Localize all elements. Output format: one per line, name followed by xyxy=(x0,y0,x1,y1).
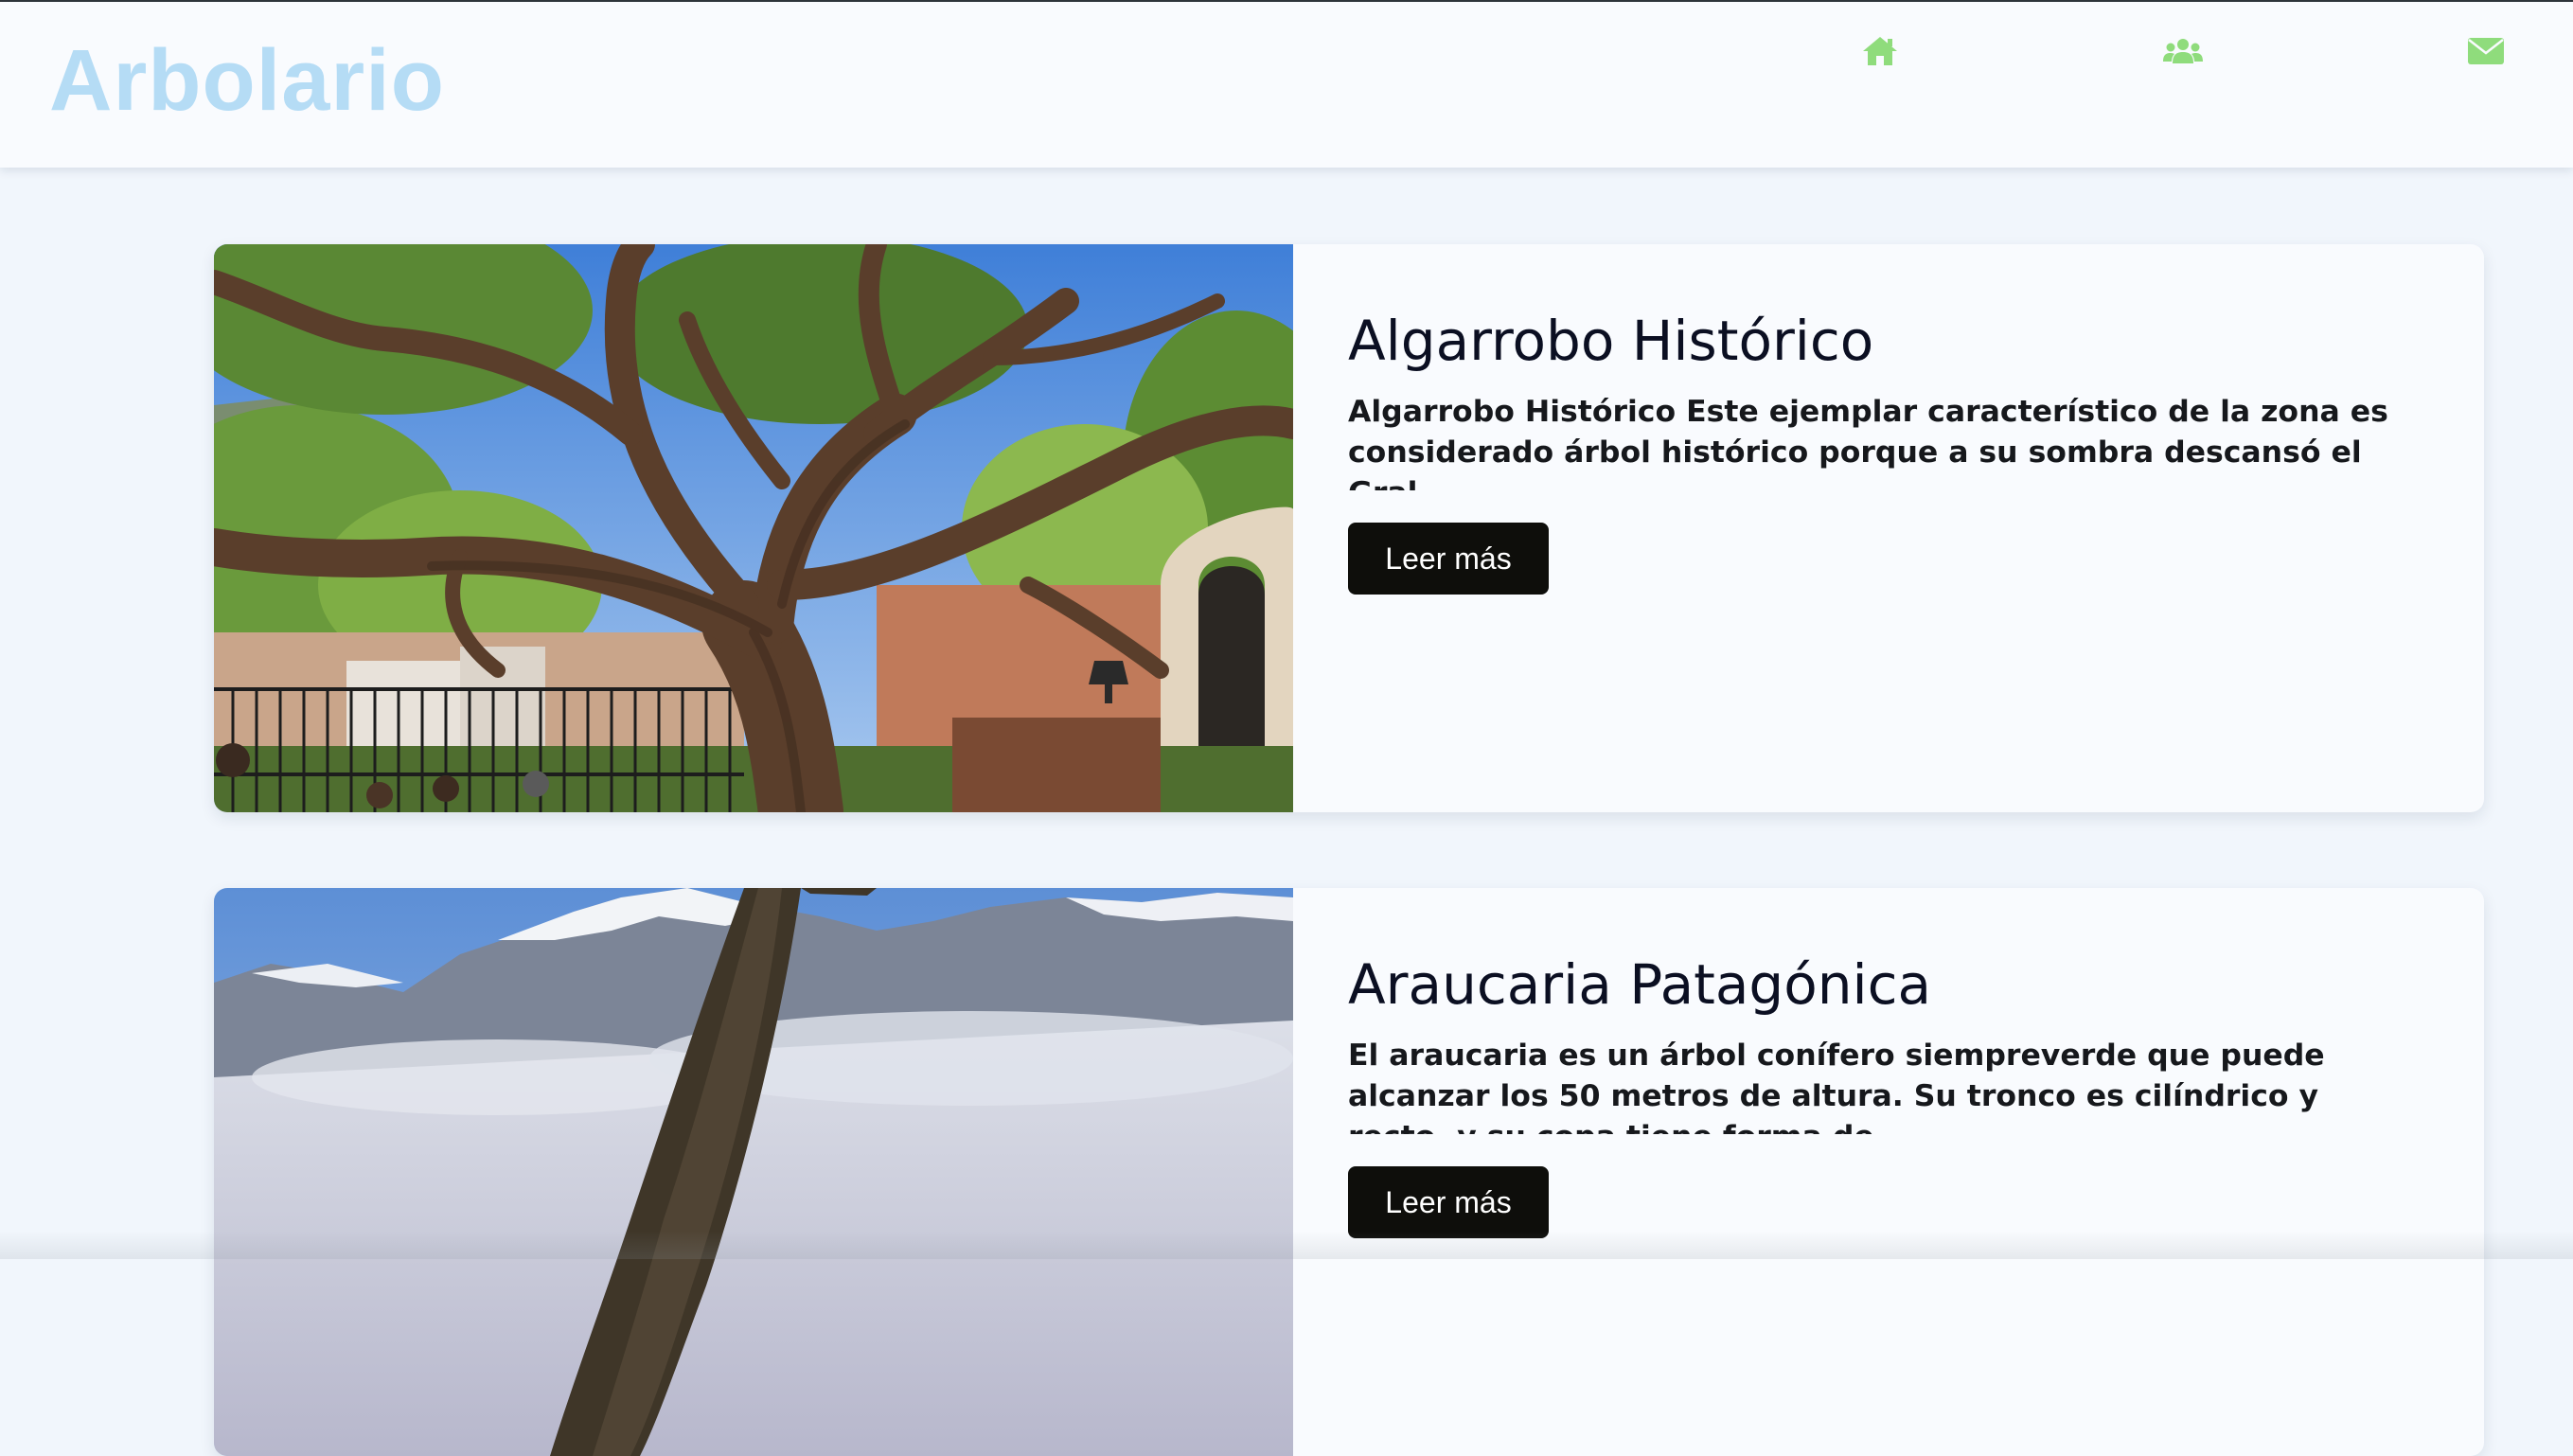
tree-card-algarrobo: Algarrobo Histórico Algarrobo Histórico … xyxy=(214,244,2484,812)
tree-card-araucaria: Araucaria Patagónica El araucaria es un … xyxy=(214,888,2484,1456)
envelope-icon xyxy=(2467,37,2505,65)
users-icon xyxy=(2163,37,2203,65)
card-description: Algarrobo Histórico Este ejemplar caract… xyxy=(1348,395,2388,490)
card-description: El araucaria es un árbol conífero siempr… xyxy=(1348,1039,2325,1134)
card-title: Algarrobo Histórico xyxy=(1348,309,1874,373)
read-more-button[interactable]: Leer más xyxy=(1348,523,1549,595)
nav-contact-link[interactable] xyxy=(2465,32,2507,70)
algarrobo-tree-photo xyxy=(214,244,1293,812)
nav-home-link[interactable] xyxy=(1859,32,1901,70)
card-title: Araucaria Patagónica xyxy=(1348,952,1931,1017)
home-icon xyxy=(1861,35,1899,67)
site-logo[interactable]: Arbolario xyxy=(49,28,445,133)
read-more-button[interactable]: Leer más xyxy=(1348,1166,1549,1238)
araucaria-mountain-photo xyxy=(214,888,1293,1456)
site-header: Arbolario xyxy=(0,2,2573,168)
nav-about-link[interactable] xyxy=(2162,32,2204,70)
